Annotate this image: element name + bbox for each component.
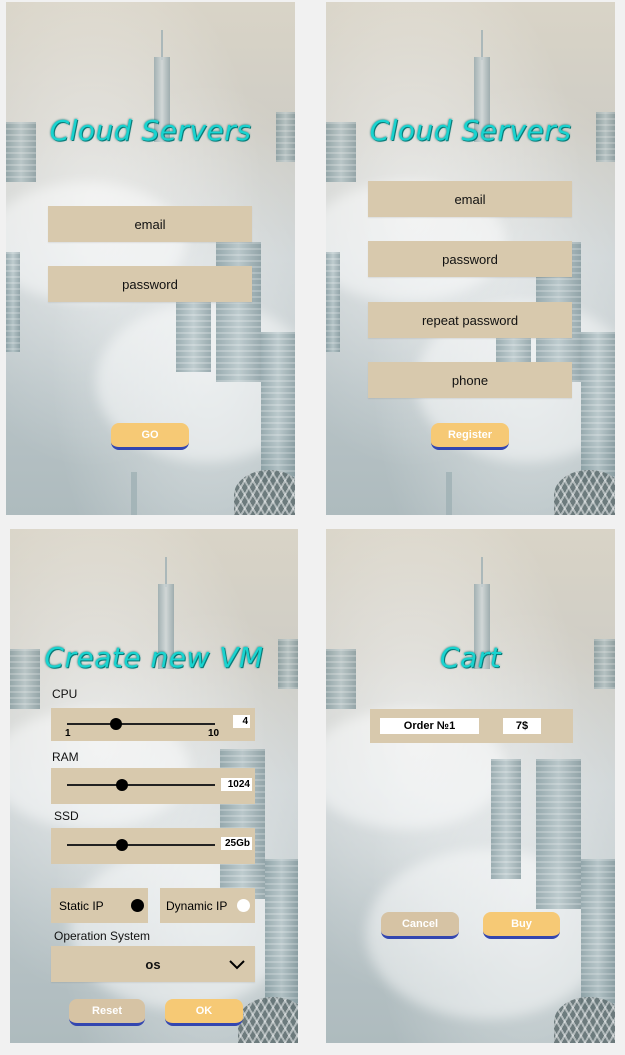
os-select-value: os	[145, 956, 161, 972]
building-decoration	[536, 759, 581, 909]
building-decoration	[176, 302, 211, 372]
ram-slider-track[interactable]	[67, 784, 215, 786]
password-field[interactable]: password	[368, 241, 572, 277]
order-row[interactable]: Order №1 7$	[370, 709, 573, 743]
phone-field[interactable]: phone	[368, 362, 572, 398]
ssd-label: SSD	[54, 809, 79, 823]
ssd-slider-track[interactable]	[67, 844, 215, 846]
buy-button[interactable]: Buy	[483, 912, 560, 939]
building-decoration	[265, 859, 298, 1009]
os-section-label: Operation System	[54, 929, 151, 943]
ssd-slider-box: 25Gb	[51, 828, 255, 864]
dome-decoration	[554, 997, 615, 1043]
email-field[interactable]: email	[368, 181, 572, 217]
ssd-slider-thumb[interactable]	[115, 839, 128, 851]
static-ip-radio[interactable]	[131, 899, 144, 912]
static-ip-label: Static IP	[59, 898, 104, 913]
ram-slider-thumb[interactable]	[115, 779, 128, 791]
tower-spire	[165, 557, 167, 587]
cpu-slider-track[interactable]	[67, 723, 215, 725]
ram-value: 1024	[221, 778, 252, 791]
building-decoration	[6, 252, 20, 352]
dome-decoration	[238, 997, 298, 1043]
password-field[interactable]: password	[48, 266, 252, 302]
cpu-label: CPU	[52, 687, 78, 701]
register-screen: Cloud Servers email password repeat pass…	[326, 2, 615, 515]
create-vm-screen: Create new VM CPU 1 10 4 RAM 1024 SSD 25…	[10, 529, 298, 1043]
static-ip-option[interactable]: Static IP	[51, 888, 148, 923]
ok-button[interactable]: OK	[165, 999, 243, 1026]
os-select[interactable]: os	[51, 946, 255, 982]
reset-button[interactable]: Reset	[69, 999, 145, 1026]
go-button[interactable]: GO	[111, 423, 189, 450]
building-decoration	[216, 242, 261, 382]
ram-slider-box: 1024	[51, 768, 255, 804]
cpu-min-label: 1	[65, 728, 71, 739]
ssd-value: 25Gb	[221, 837, 252, 850]
cpu-slider-box: 1 10 4	[51, 708, 255, 741]
dynamic-ip-radio[interactable]	[237, 899, 250, 912]
dynamic-ip-label: Dynamic IP	[166, 898, 228, 913]
tower-spire	[446, 472, 452, 515]
register-button[interactable]: Register	[431, 423, 509, 450]
app-title: Cloud Servers	[49, 114, 252, 147]
ram-label: RAM	[52, 750, 79, 764]
building-decoration	[581, 859, 615, 1009]
cancel-button[interactable]: Cancel	[381, 912, 459, 939]
cpu-slider-thumb[interactable]	[109, 718, 122, 730]
dome-decoration	[554, 470, 615, 515]
repeat-password-field[interactable]: repeat password	[368, 302, 572, 338]
dynamic-ip-option[interactable]: Dynamic IP	[160, 888, 255, 923]
cpu-value: 4	[233, 715, 250, 728]
order-name: Order №1	[380, 718, 479, 734]
order-price: 7$	[503, 718, 541, 734]
tower-spire	[481, 30, 483, 60]
page-title: Cart	[439, 641, 502, 674]
building-decoration	[491, 759, 521, 879]
tower-spire	[161, 30, 163, 60]
building-decoration	[326, 252, 340, 352]
tower-spire	[481, 557, 483, 587]
tower-spire	[131, 472, 137, 515]
cart-screen: Cart Order №1 7$ Cancel Buy	[326, 529, 615, 1043]
login-screen: Cloud Servers email password GO	[6, 2, 295, 515]
page-title: Create new VM	[44, 641, 264, 674]
chevron-down-icon	[229, 960, 245, 970]
dome-decoration	[234, 470, 295, 515]
cpu-max-label: 10	[208, 728, 220, 739]
email-field[interactable]: email	[48, 206, 252, 242]
building-decoration	[261, 332, 295, 482]
building-decoration	[581, 332, 615, 482]
app-title: Cloud Servers	[369, 114, 572, 147]
